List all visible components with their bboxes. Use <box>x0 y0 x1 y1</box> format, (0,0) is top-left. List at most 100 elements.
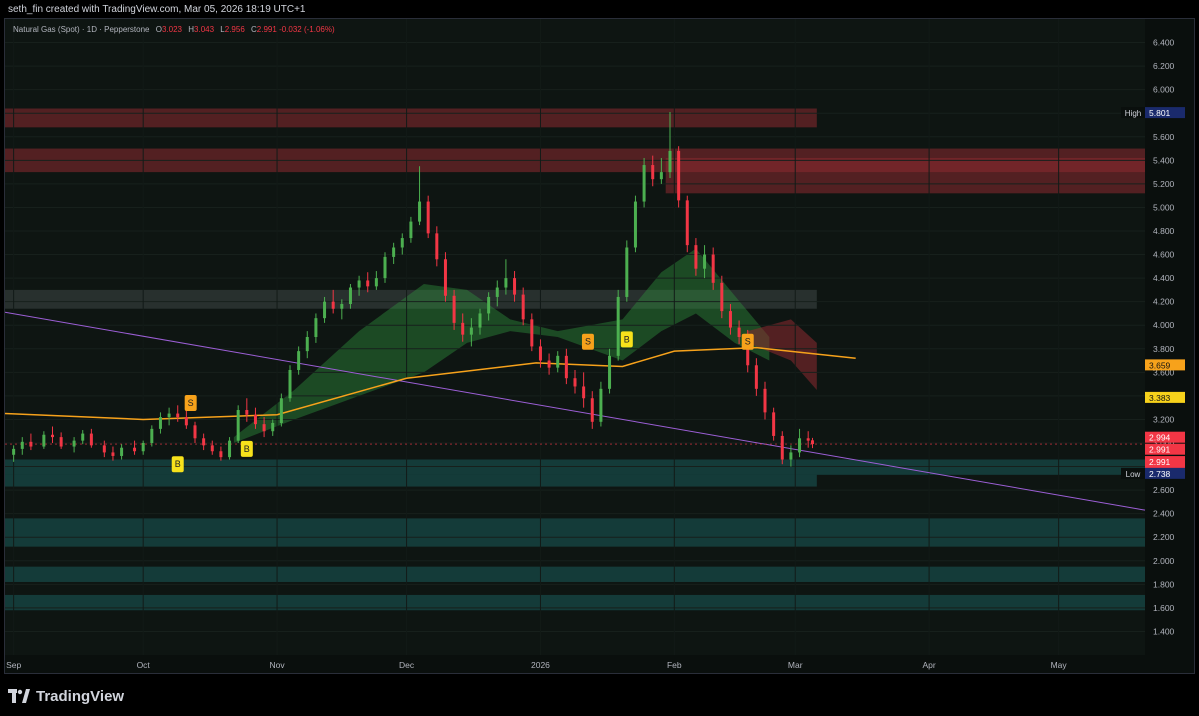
tradingview-logo-icon <box>8 689 30 703</box>
candle-body <box>461 322 465 335</box>
price-label-value: 5.801 <box>1149 108 1171 118</box>
candle-body <box>685 200 689 246</box>
price-axis-label: High 5.801 <box>1121 107 1185 119</box>
candle-body <box>245 410 249 415</box>
signal-sell: S <box>741 333 754 350</box>
candle-body <box>659 172 663 180</box>
signal-label: B <box>624 334 630 344</box>
signal-label: S <box>188 398 194 408</box>
candle-body <box>418 201 422 222</box>
open-value: 3.023 <box>161 25 183 34</box>
price-tick-label: 1.800 <box>1153 579 1175 589</box>
price-label-name: Low <box>1126 470 1141 479</box>
signal-label: S <box>745 337 751 347</box>
candle <box>616 289 620 361</box>
price-tick-label: 5.000 <box>1153 202 1175 212</box>
candle-body <box>564 355 568 379</box>
candle <box>279 393 283 427</box>
price-tick-label: 5.400 <box>1153 155 1175 165</box>
time-tick-label: Sep <box>6 660 21 670</box>
candle-body <box>89 433 93 446</box>
candle-body <box>616 296 620 356</box>
candle-body <box>236 410 240 441</box>
time-tick-label: 2026 <box>531 660 550 670</box>
candle-body <box>141 443 145 452</box>
candle-body <box>469 327 473 335</box>
candle-body <box>772 412 776 436</box>
candle-body <box>625 247 629 297</box>
price-axis-label: Low 2.738 <box>1121 467 1185 479</box>
time-tick-label: Oct <box>137 660 151 670</box>
candle-body <box>133 447 137 452</box>
signal-sell: S <box>581 333 594 350</box>
price-axis-label: 2.991 <box>1145 443 1185 455</box>
candle-body <box>374 278 378 287</box>
time-tick-label: May <box>1051 660 1068 670</box>
candle-body <box>556 355 560 368</box>
candle <box>443 252 447 302</box>
candle-body <box>426 201 430 234</box>
signal-buy: B <box>620 331 633 348</box>
tradingview-brand: TradingView <box>8 686 124 706</box>
candle <box>236 405 240 443</box>
candle-body <box>504 278 508 288</box>
candle-body <box>452 295 456 323</box>
price-tick-label: 6.200 <box>1153 61 1175 71</box>
price-axis-label: 3.383 <box>1145 391 1185 403</box>
price-label-value: 3.659 <box>1149 360 1171 370</box>
candle-body <box>202 438 206 446</box>
candle-body <box>547 360 551 368</box>
time-tick-label: Nov <box>269 660 285 670</box>
candle <box>685 195 689 253</box>
candle-body <box>633 201 637 248</box>
created-by-line: seth_fin created with TradingView.com, M… <box>8 4 306 15</box>
candle-body <box>184 417 188 426</box>
candle-body <box>582 386 586 399</box>
candle <box>677 146 681 208</box>
candle-body <box>102 445 106 453</box>
price-tick-label: 6.000 <box>1153 85 1175 95</box>
candle-body <box>651 165 655 180</box>
candle-body <box>81 433 85 441</box>
candle-body <box>435 233 439 260</box>
zone-demand-6 <box>5 518 1145 547</box>
candle-body <box>789 452 793 460</box>
candle-body <box>487 296 491 314</box>
price-tick-label: 4.600 <box>1153 250 1175 260</box>
candle-body <box>314 318 318 337</box>
candle-body <box>262 424 266 432</box>
candle-body <box>120 447 124 456</box>
candle-body <box>72 440 76 447</box>
price-tick-label: 2.600 <box>1153 485 1175 495</box>
candle-body <box>253 414 257 425</box>
candle-body <box>357 280 361 288</box>
candle-body <box>392 247 396 257</box>
price-tick-label: 4.400 <box>1153 273 1175 283</box>
candle-body <box>443 259 447 296</box>
close-value: 2.991 <box>256 25 277 34</box>
time-axis-background <box>5 655 1194 673</box>
chart-pane[interactable]: 6.4006.2006.0005.8005.6005.4005.2005.000… <box>4 18 1195 674</box>
candle-body <box>703 254 707 269</box>
low-value: 2.956 <box>224 25 245 34</box>
candle-body <box>331 301 335 309</box>
signal-label: B <box>244 444 250 454</box>
candle-body <box>400 238 404 248</box>
candle-body <box>590 398 594 422</box>
candle-body <box>478 313 482 328</box>
price-tick-label: 5.200 <box>1153 179 1175 189</box>
screenshot-frame: seth_fin created with TradingView.com, M… <box>0 0 1199 716</box>
candle-body <box>513 278 517 295</box>
price-chart-svg[interactable]: 6.4006.2006.0005.8005.6005.4005.2005.000… <box>5 19 1194 673</box>
candle <box>288 365 292 402</box>
zone-supply-0 <box>5 108 817 128</box>
price-tick-label: 2.400 <box>1153 509 1175 519</box>
candle-body <box>754 365 758 389</box>
time-tick-label: Feb <box>667 660 682 670</box>
price-tick-label: 3.200 <box>1153 414 1175 424</box>
time-tick-label: Mar <box>788 660 803 670</box>
signal-buy: B <box>171 456 184 473</box>
candle-body <box>811 440 814 445</box>
price-tick-label: 4.200 <box>1153 297 1175 307</box>
candle-body <box>340 304 344 309</box>
